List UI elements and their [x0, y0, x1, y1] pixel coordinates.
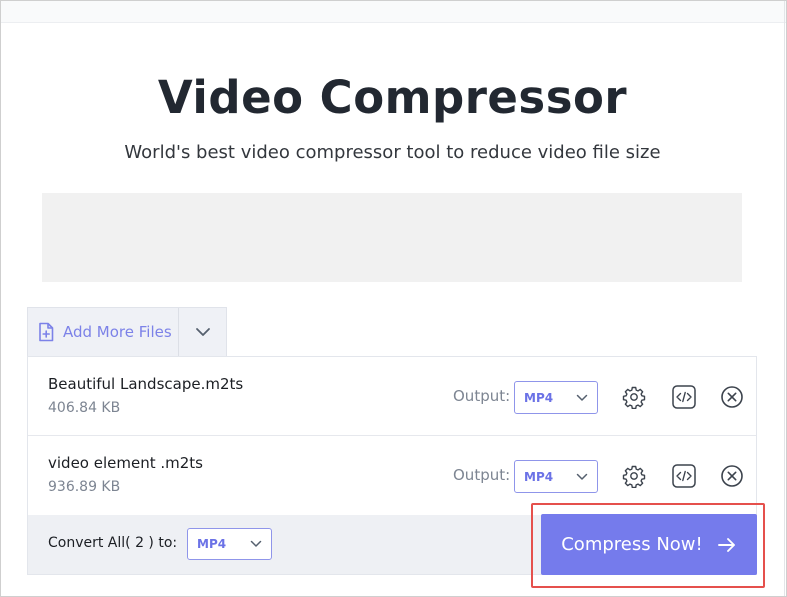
- output-format-select[interactable]: MP4: [514, 381, 598, 414]
- code-icon: [671, 463, 697, 489]
- remove-file-button[interactable]: [718, 383, 746, 411]
- output-label: Output:: [453, 387, 511, 405]
- file-size: 936.89 KB: [48, 479, 121, 495]
- app-frame: Video Compressor World's best video comp…: [0, 0, 787, 597]
- file-list: Beautiful Landscape.m2ts 406.84 KB Outpu…: [27, 356, 757, 516]
- output-format-select[interactable]: MP4: [514, 460, 598, 493]
- file-name: video element .m2ts: [48, 454, 203, 472]
- top-bar: [1, 1, 786, 23]
- output-format-value: MP4: [524, 469, 554, 484]
- chevron-down-icon: [576, 394, 588, 402]
- settings-button[interactable]: [620, 383, 648, 411]
- settings-button[interactable]: [620, 462, 648, 490]
- close-circle-icon: [720, 385, 744, 409]
- gear-icon: [622, 464, 646, 488]
- file-row: Beautiful Landscape.m2ts 406.84 KB Outpu…: [28, 357, 756, 436]
- remove-file-button[interactable]: [718, 462, 746, 490]
- compress-now-label: Compress Now!: [561, 534, 703, 555]
- ad-placeholder: [42, 193, 742, 282]
- close-circle-icon: [720, 464, 744, 488]
- output-format-value: MP4: [524, 390, 554, 405]
- embed-code-button[interactable]: [670, 462, 698, 490]
- file-size: 406.84 KB: [48, 400, 121, 416]
- page-title: Video Compressor: [157, 71, 628, 124]
- add-more-files-button[interactable]: Add More Files: [28, 308, 179, 356]
- add-more-files-group: Add More Files: [27, 307, 227, 356]
- file-plus-icon: [37, 322, 55, 342]
- right-divider: [784, 1, 785, 596]
- file-name: Beautiful Landscape.m2ts: [48, 375, 244, 393]
- convert-all-format-select[interactable]: MP4: [187, 528, 272, 560]
- chevron-down-icon: [576, 473, 588, 481]
- page-subtitle: World's best video compressor tool to re…: [124, 142, 661, 163]
- chevron-down-icon: [195, 327, 211, 337]
- add-more-files-label: Add More Files: [63, 323, 172, 341]
- gear-icon: [622, 385, 646, 409]
- convert-all-format-value: MP4: [197, 537, 227, 551]
- chevron-down-icon: [250, 540, 262, 548]
- compress-now-button[interactable]: Compress Now!: [541, 514, 757, 575]
- add-more-dropdown-toggle[interactable]: [179, 308, 226, 356]
- file-row: video element .m2ts 936.89 KB Output: MP…: [28, 436, 756, 515]
- embed-code-button[interactable]: [670, 383, 698, 411]
- output-label: Output:: [453, 466, 511, 484]
- arrow-right-icon: [717, 536, 737, 554]
- code-icon: [671, 384, 697, 410]
- convert-all-label: Convert All( 2 ) to:: [48, 535, 178, 551]
